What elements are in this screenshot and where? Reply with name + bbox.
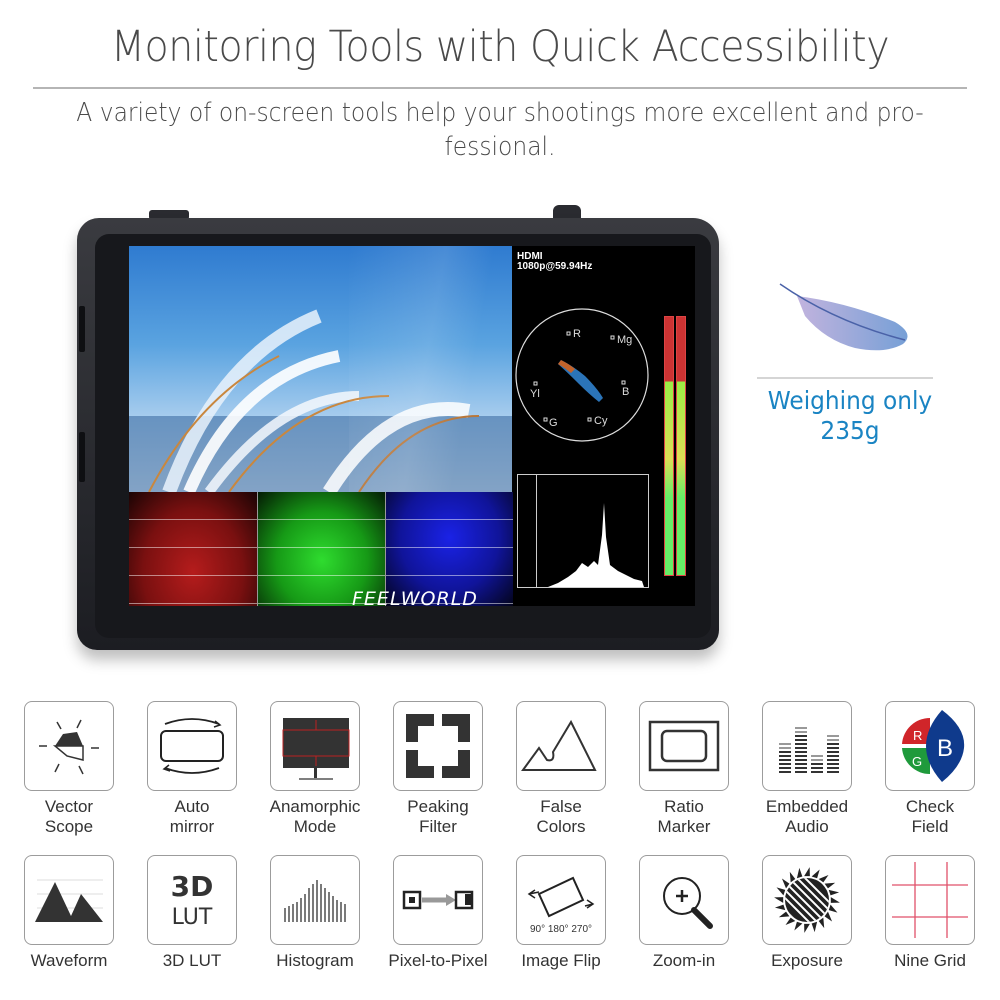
feature-embedded-audio: Embedded Audio [751,701,863,837]
check-field-icon: R G B [902,710,965,782]
side-port-1 [79,306,85,352]
subtitle-line-1: A variety of on-screen tools help your s… [76,98,924,128]
histogram-shape [548,503,644,587]
false-colors-icon [521,719,597,771]
feature-vector-scope: Vector Scope [13,701,125,837]
image-flip-icon: 90° 180° 270° [527,876,595,935]
brand-logo: FEELWORLD [352,588,478,610]
svg-text:B: B [937,735,953,762]
audio-meter-right [676,316,686,576]
feature-histogram: Histogram [259,855,371,971]
waveform-red [129,492,257,606]
feature-3d-lut: 3D LUT 3D LUT [136,855,248,971]
svg-text:3D: 3D [171,870,214,903]
monitor-device: HDMI 1080p@59.94Hz R Mg Yl B G Cy FEELWO… [77,205,719,650]
svg-text:R: R [913,728,922,743]
pixel-to-pixel-icon [402,890,474,910]
vs-label-cy: Cy [594,415,608,427]
monitor-screen: HDMI 1080p@59.94Hz R Mg Yl B G Cy [129,246,695,606]
feature-zoom-in: Zoom-in [628,855,740,971]
peaking-filter-icon [406,714,470,778]
waveform-icon [35,879,103,922]
weight-value: 235g [820,416,880,445]
top-dial [553,205,581,219]
svg-text:90° 180° 270°: 90° 180° 270° [530,924,592,935]
signal-format: 1080p@59.94Hz [517,261,593,272]
vectorscope-display: R Mg Yl B G Cy [515,308,649,442]
nine-grid-icon [892,862,968,938]
feature-image-flip: 90° 180° 270° Image Flip [505,855,617,971]
vs-label-g: G [549,417,558,429]
exposure-icon [774,867,840,933]
zoom-in-icon [663,877,713,929]
preview-image [129,246,512,492]
weight-line-1: Weighing only [767,386,933,415]
page-title: Monitoring Tools with Quick Accessibilit… [110,22,890,72]
feature-waveform: Waveform [13,855,125,971]
feather-icon [779,283,908,351]
signal-info: HDMI 1080p@59.94Hz [517,252,592,272]
embedded-audio-icon [779,727,839,773]
weight-divider [757,377,933,379]
feature-check-field: R G B Check Field [874,701,986,837]
3d-lut-icon: 3D LUT [171,870,214,930]
vs-label-mg: Mg [617,334,632,346]
anamorphic-mode-icon [282,718,350,780]
vs-label-r: R [573,328,581,340]
vs-label-yl: Yl [530,388,540,400]
histogram-display [517,474,649,588]
histogram-icon [284,880,346,922]
subtitle-line-2: fessional. [444,132,556,162]
audio-meter-left [664,316,674,576]
feature-false-colors: False Colors [505,701,617,837]
feature-anamorphic-mode: Anamorphic Mode [259,701,371,837]
ratio-marker-icon [648,720,720,772]
side-port-2 [79,432,85,482]
feature-pixel-to-pixel: Pixel-to-Pixel [382,855,494,971]
auto-mirror-icon [160,718,224,774]
feature-ratio-marker: Ratio Marker [628,701,740,837]
vs-label-b: B [622,386,629,398]
weight-label: Weighing only 235g [748,386,953,446]
vector-scope-icon [39,719,99,775]
svg-text:LUT: LUT [172,905,213,930]
feature-peaking-filter: Peaking Filter [382,701,494,837]
title-divider [33,87,967,89]
svg-text:G: G [912,754,922,769]
page-subtitle: A variety of on-screen tools help your s… [50,96,950,164]
feature-auto-mirror: Auto mirror [136,701,248,837]
feature-nine-grid: Nine Grid [874,855,986,971]
feature-exposure: Exposure [751,855,863,971]
